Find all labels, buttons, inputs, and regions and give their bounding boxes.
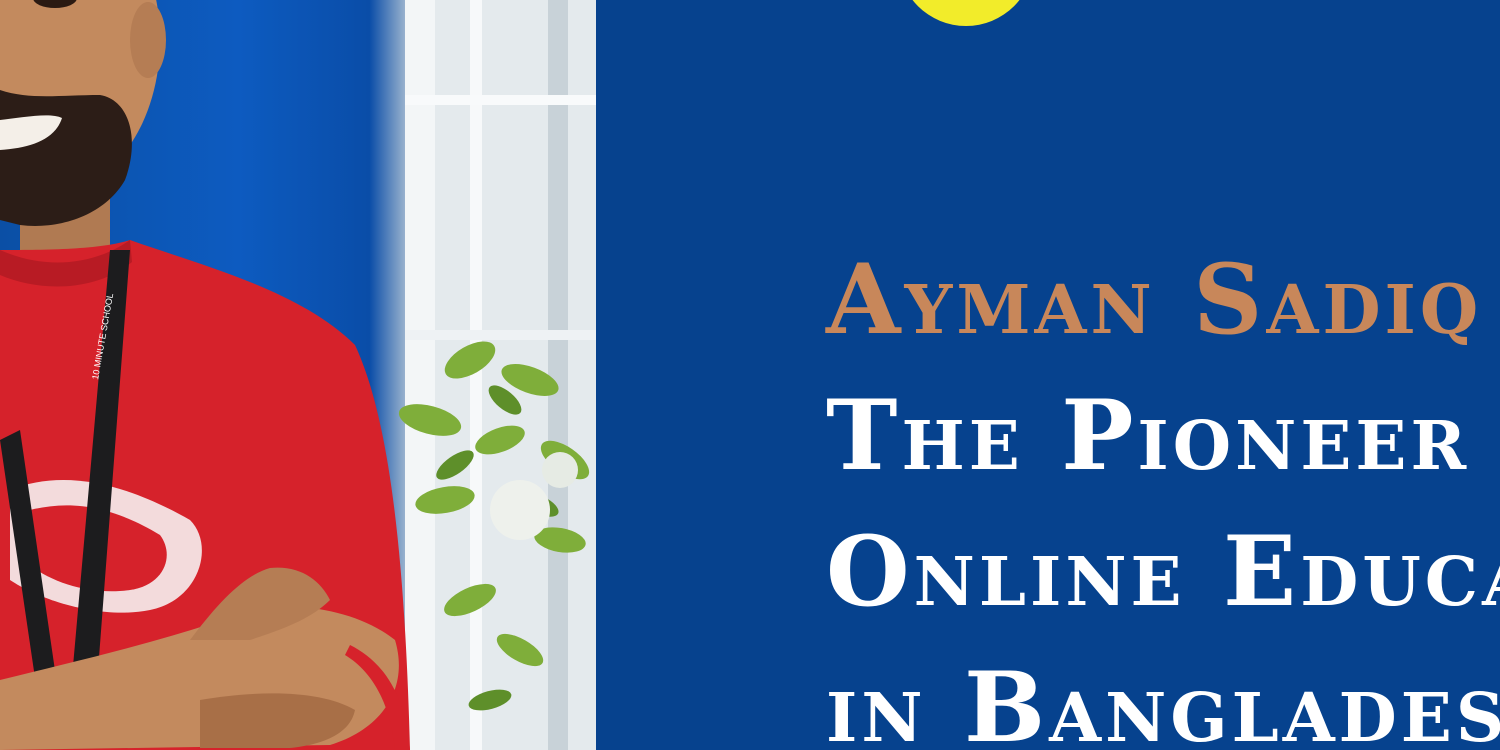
text-panel: Ayman Sadiq The Pioneer of Online Educat… [596, 0, 1500, 750]
tagline-line-2: Online Education [826, 515, 1500, 628]
portrait-illustration: 10 MINUTE SCHOOL [0, 0, 596, 750]
sun-circle-decoration [898, 0, 1034, 26]
portrait-photo: 10 MINUTE SCHOOL [0, 0, 596, 750]
headline: Ayman Sadiq The Pioneer of Online Educat… [826, 232, 1500, 750]
tagline-line-3: in Bangladesh [826, 651, 1500, 750]
person-name: Ayman Sadiq [826, 243, 1483, 356]
tagline-line-1: The Pioneer of [826, 379, 1500, 492]
hero-banner: 10 MINUTE SCHOOL Ayman Sadiq The Pioneer… [0, 0, 1500, 750]
